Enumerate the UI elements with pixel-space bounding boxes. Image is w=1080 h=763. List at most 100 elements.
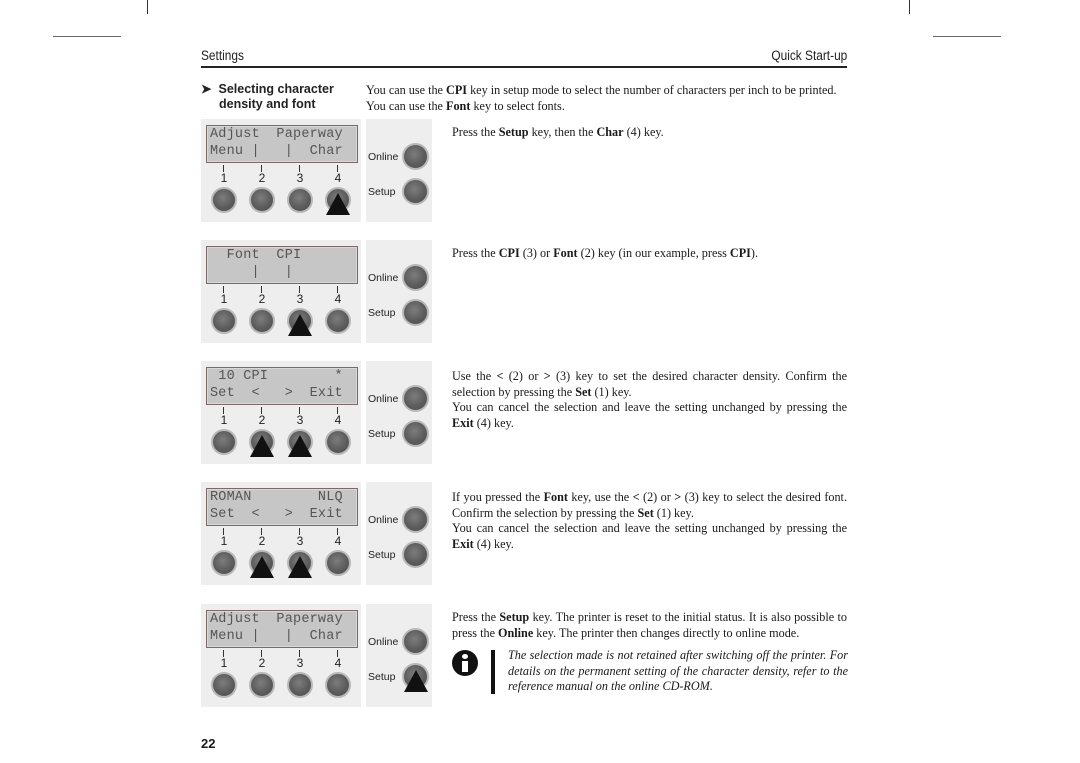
key-4-button[interactable] <box>325 429 351 455</box>
note-text: The selection made is not retained after… <box>508 648 848 693</box>
lcd-row-1: Adjust Paperway <box>210 612 343 627</box>
crop-mark <box>147 0 148 14</box>
key-3-button[interactable] <box>287 672 313 698</box>
key-number: 2 <box>258 292 266 306</box>
lcd-row-2: Set < > Exit <box>210 507 343 522</box>
step-4-text: If you pressed the Font key, use the < (… <box>452 490 847 551</box>
online-button[interactable] <box>402 628 429 655</box>
key-number: 1 <box>220 413 228 427</box>
key-1-button[interactable] <box>211 187 237 213</box>
step-3-text: Use the < (2) or > (3) key to set the de… <box>452 369 848 430</box>
section-title-line1: Selecting character <box>218 82 334 96</box>
key-3-button[interactable] <box>287 187 313 213</box>
info-icon <box>452 650 478 676</box>
side-keys-step-4: Online Setup <box>366 482 432 585</box>
press-arrow-icon <box>288 435 312 457</box>
key-1-button[interactable] <box>211 308 237 334</box>
press-arrow-icon <box>404 670 428 692</box>
crop-mark <box>909 0 910 14</box>
key-number: 2 <box>258 656 266 670</box>
key-number: 1 <box>220 656 228 670</box>
press-arrow-icon <box>250 556 274 578</box>
key-1-button[interactable] <box>211 550 237 576</box>
key-number: 2 <box>258 171 266 185</box>
lcd-display: Font CPI | | <box>206 246 358 284</box>
press-arrow-icon <box>288 556 312 578</box>
side-keys-step-5: Online Setup <box>366 604 432 707</box>
setup-button[interactable] <box>402 178 429 205</box>
key-number: 1 <box>220 171 228 185</box>
key-number: 1 <box>220 292 228 306</box>
key-number: 4 <box>334 413 342 427</box>
control-panel-step-5: Adjust Paperway Menu | | Char 1 2 3 4 <box>201 604 361 707</box>
note-bar <box>491 650 495 694</box>
lcd-row-2: Set < > Exit <box>210 386 343 401</box>
control-panel-step-1: Adjust Paperway Menu | | Char 1 2 3 4 <box>201 119 361 222</box>
setup-label: Setup <box>368 549 396 561</box>
running-header: Settings <box>201 48 769 66</box>
step-5-text: Press the Setup key. The printer is rese… <box>452 610 847 640</box>
setup-label: Setup <box>368 428 396 440</box>
control-panel-step-2: Font CPI | | 1 2 3 4 <box>201 240 361 343</box>
step-2-text: Press the CPI (3) or Font (2) key (in ou… <box>452 246 759 260</box>
lcd-row-1: Adjust Paperway <box>210 127 343 142</box>
key-number: 1 <box>220 534 228 548</box>
lcd-row-2: Menu | | Char <box>210 144 343 159</box>
page-number: 22 <box>201 736 216 751</box>
crop-mark <box>53 36 121 37</box>
key-number: 2 <box>258 534 266 548</box>
key-1-button[interactable] <box>211 672 237 698</box>
setup-button[interactable] <box>402 420 429 447</box>
header-chapter-label: Quick Start-up <box>771 48 847 63</box>
header-rule <box>201 66 847 68</box>
key-2-button[interactable] <box>249 187 275 213</box>
side-keys-step-3: Online Setup <box>366 361 432 464</box>
intro-line2: You can use the Font key to select fonts… <box>366 98 565 113</box>
online-button[interactable] <box>402 385 429 412</box>
setup-button[interactable] <box>402 541 429 568</box>
online-label: Online <box>368 272 399 284</box>
online-button[interactable] <box>402 264 429 291</box>
side-keys-step-1: Online Setup <box>366 119 432 222</box>
lcd-display: Adjust Paperway Menu | | Char <box>206 125 358 163</box>
key-4-button[interactable] <box>325 672 351 698</box>
press-arrow-icon <box>326 193 350 215</box>
online-button[interactable] <box>402 506 429 533</box>
online-label: Online <box>368 514 399 526</box>
online-label: Online <box>368 151 399 163</box>
lcd-display: 10 CPI * Set < > Exit <box>206 367 358 405</box>
key-number: 3 <box>296 292 304 306</box>
key-2-button[interactable] <box>249 308 275 334</box>
key-number: 4 <box>334 656 342 670</box>
setup-label: Setup <box>368 307 396 319</box>
step-1-text: Press the Setup key, then the Char (4) k… <box>452 125 664 139</box>
online-button[interactable] <box>402 143 429 170</box>
header-section-label: Settings <box>201 48 244 63</box>
intro-line1: You can use the CPI key in setup mode to… <box>366 83 837 97</box>
setup-label: Setup <box>368 186 396 198</box>
setup-label: Setup <box>368 671 396 683</box>
key-1-button[interactable] <box>211 429 237 455</box>
key-number: 3 <box>296 413 304 427</box>
arrow-right-icon: ➤ <box>201 82 212 96</box>
control-panel-step-3: 10 CPI * Set < > Exit 1 2 3 4 <box>201 361 361 464</box>
lcd-row-1: ROMAN NLQ <box>210 490 343 505</box>
setup-button[interactable] <box>402 299 429 326</box>
section-title-line2: density and font <box>219 97 316 111</box>
lcd-row-1: 10 CPI * <box>210 369 343 384</box>
online-label: Online <box>368 636 399 648</box>
key-number: 4 <box>334 292 342 306</box>
key-2-button[interactable] <box>249 672 275 698</box>
key-4-button[interactable] <box>325 308 351 334</box>
lcd-display: Adjust Paperway Menu | | Char <box>206 610 358 648</box>
key-number: 3 <box>296 171 304 185</box>
section-title: ➤ Selecting character density and font <box>201 82 334 112</box>
intro-text: You can use the CPI key in setup mode to… <box>366 83 851 114</box>
key-number: 2 <box>258 413 266 427</box>
key-4-button[interactable] <box>325 550 351 576</box>
lcd-row-2: Menu | | Char <box>210 629 343 644</box>
key-number: 3 <box>296 534 304 548</box>
lcd-row-2: | | <box>210 265 294 280</box>
press-arrow-icon <box>250 435 274 457</box>
lcd-display: ROMAN NLQ Set < > Exit <box>206 488 358 526</box>
